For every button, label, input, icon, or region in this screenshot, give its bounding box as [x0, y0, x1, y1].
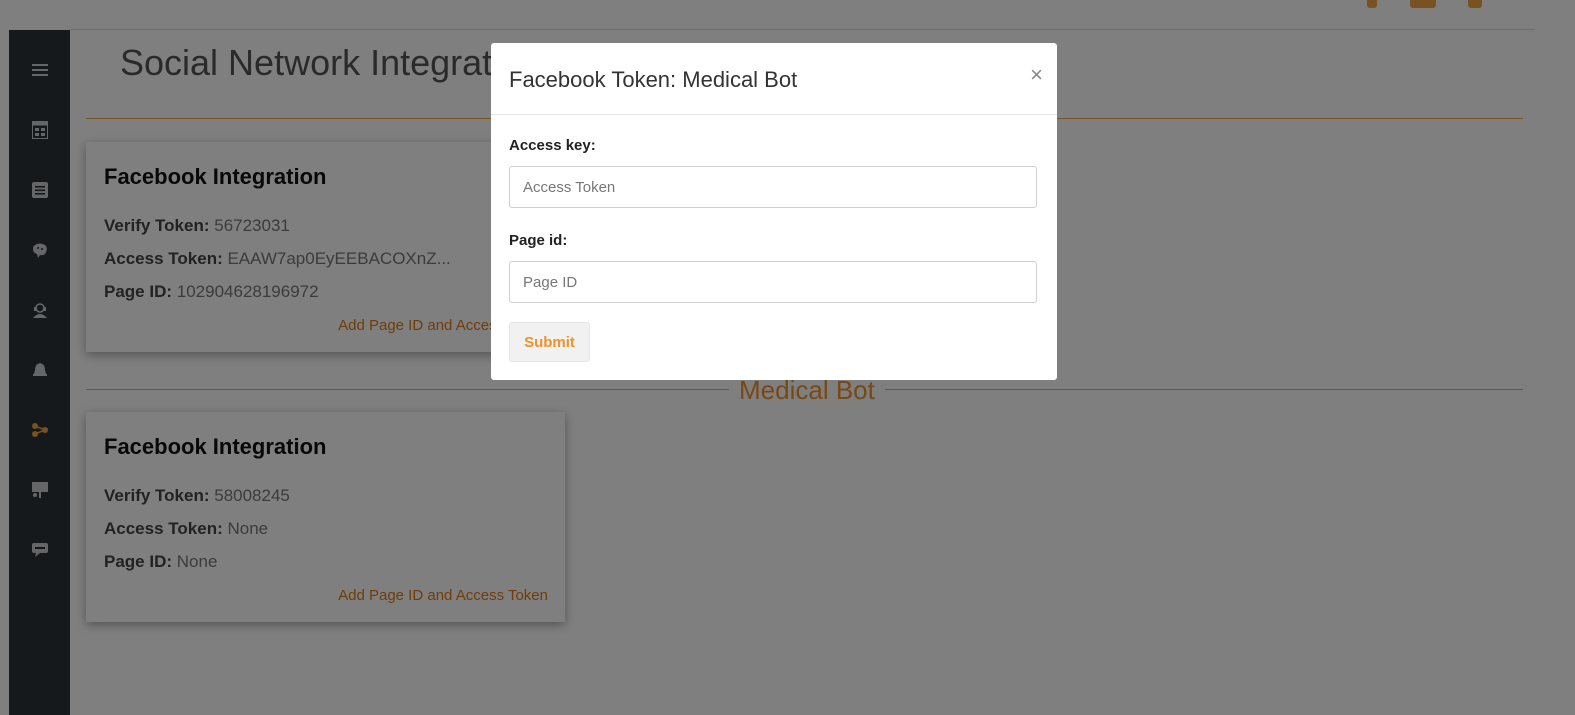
access-key-label: Access key:: [509, 137, 596, 154]
modal-title: Facebook Token: Medical Bot: [509, 67, 798, 92]
submit-button[interactable]: Submit: [509, 322, 590, 362]
close-icon[interactable]: ×: [1030, 63, 1043, 87]
page-id-input[interactable]: [509, 261, 1037, 303]
access-token-input[interactable]: [509, 166, 1037, 208]
page-id-label: Page id:: [509, 232, 568, 249]
modal-header: Facebook Token: Medical Bot ×: [491, 43, 1057, 115]
facebook-token-modal: Facebook Token: Medical Bot × Access key…: [491, 43, 1057, 380]
